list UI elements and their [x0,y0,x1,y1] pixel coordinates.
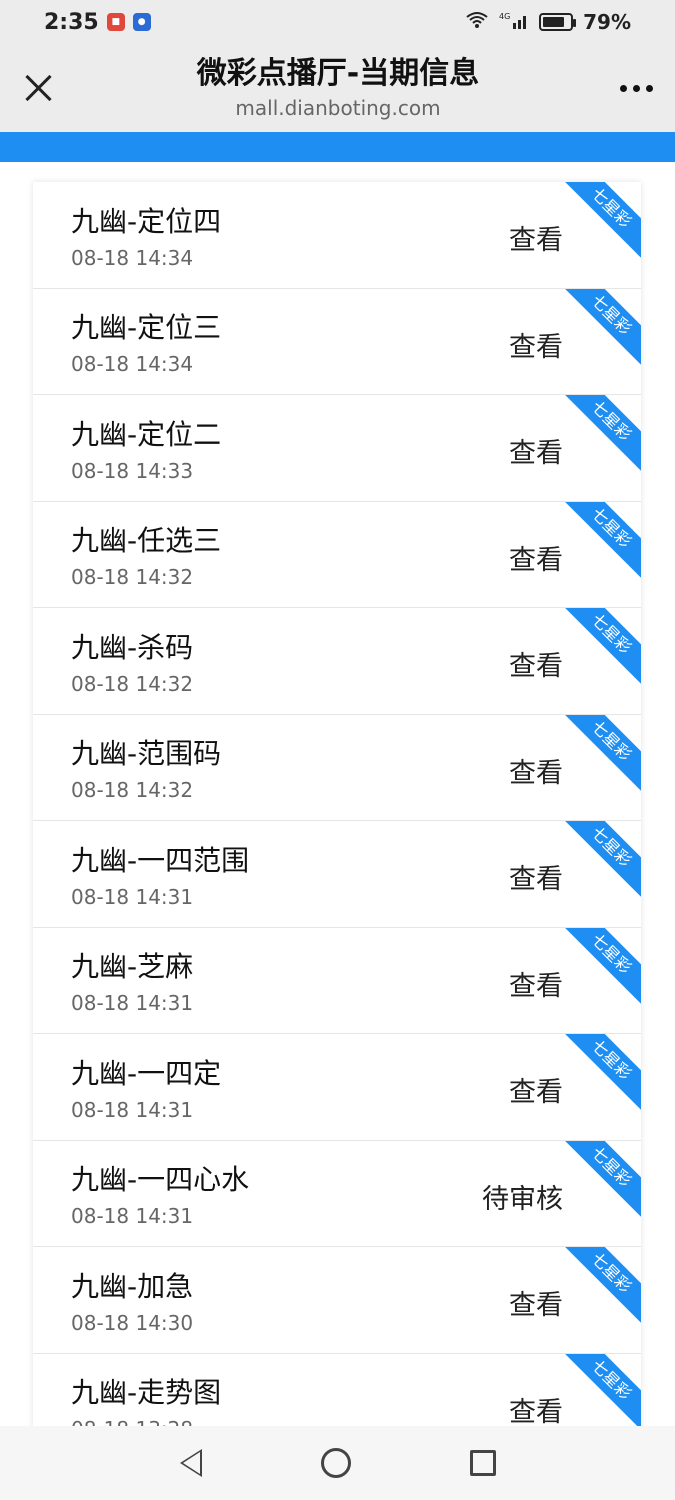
list-item-action[interactable]: 查看 [509,644,563,683]
list-item-title: 九幽-任选三 [71,524,222,558]
list-item-text: 九幽-任选三 08-18 14:32 [33,519,221,589]
list-item-timestamp: 08-18 14:30 [71,1310,194,1335]
battery-percentage: 79% [583,10,631,34]
list-item-action[interactable]: 查看 [509,325,563,364]
list-item-title: 九幽-一四定 [71,1056,222,1090]
list-item[interactable]: 九幽-任选三 08-18 14:32 查看 七星彩 [33,501,641,608]
list-item-action[interactable]: 查看 [509,431,563,470]
list-item-timestamp: 08-18 14:32 [71,778,194,803]
page-url: mall.dianboting.com [235,96,441,120]
list-item-text: 九幽-芝麻 08-18 14:31 [33,945,193,1015]
list-item[interactable]: 九幽-定位三 08-18 14:34 查看 七星彩 [33,288,641,395]
list-item-action[interactable]: 查看 [509,218,563,257]
list-item-timestamp: 08-18 14:33 [71,458,194,483]
category-ribbon: 七星彩 [558,714,641,793]
recent-apps-icon[interactable] [469,1450,496,1476]
list-item-timestamp: 08-18 14:32 [71,671,194,696]
list-item[interactable]: 九幽-一四定 08-18 14:31 查看 七星彩 [33,1034,641,1141]
list-item[interactable]: 九幽-一四心水 08-18 14:31 待审核 七星彩 [33,1140,641,1247]
list-item-timestamp: 08-18 13:28 [71,1417,221,1426]
back-icon[interactable] [179,1449,202,1477]
category-ribbon: 七星彩 [558,821,641,900]
list-item-text: 九幽-范围码 08-18 14:32 [33,732,221,802]
status-left: 2:35 ■ ● [44,10,151,35]
category-ribbon: 七星彩 [558,1353,641,1426]
list-item-title: 九幽-范围码 [71,737,222,771]
system-navigation-bar [0,1426,675,1500]
list-item[interactable]: 九幽-一四范围 08-18 14:31 查看 七星彩 [33,821,641,928]
info-list: 九幽-定位四 08-18 14:34 查看 七星彩 九幽-定位三 08-18 14:34 查… [33,182,641,1426]
list-item-action[interactable]: 查看 [509,538,563,577]
list-item[interactable]: 九幽-杀码 08-18 14:32 查看 七星彩 [33,608,641,715]
category-ribbon: 七星彩 [558,1034,641,1113]
category-ribbon: 七星彩 [558,501,641,580]
page-title: 微彩点播厅-当期信息 [196,56,480,91]
list-item-timestamp: 08-18 14:34 [71,245,194,270]
app-notification-icon: ● [132,13,151,31]
title-center: 微彩点播厅-当期信息 mall.dianboting.com [56,56,620,120]
list-item-text: 九幽-一四范围 08-18 14:31 [33,839,249,909]
svg-text:4G: 4G [499,12,510,21]
list-item-text: 九幽-一四定 08-18 14:31 [33,1052,221,1122]
list-item-timestamp: 08-18 14:31 [71,1097,194,1122]
list-item-text: 九幽-加急 08-18 14:30 [33,1265,193,1335]
list-item-title: 九幽-加急 [71,1269,194,1303]
list-item-title: 九幽-定位三 [71,311,222,345]
list-item-action[interactable]: 查看 [509,1390,563,1427]
category-ribbon: 七星彩 [558,1247,641,1326]
list-item-timestamp: 08-18 14:31 [71,991,194,1016]
more-options-icon[interactable] [620,84,653,92]
list-item-title: 九幽-一四范围 [71,843,250,877]
list-item[interactable]: 九幽-定位四 08-18 14:34 查看 七星彩 [33,182,641,289]
category-ribbon: 七星彩 [558,1140,641,1219]
category-ribbon: 七星彩 [558,288,641,367]
status-right: 4G 79% [465,10,631,34]
list-item-timestamp: 08-18 14:34 [71,352,194,377]
status-bar: 2:35 ■ ● 4G 79% [0,0,675,44]
list-item-action[interactable]: 查看 [509,964,563,1003]
list-item-timestamp: 08-18 14:32 [71,565,194,590]
list-item-title: 九幽-定位四 [71,204,222,238]
list-item[interactable]: 九幽-加急 08-18 14:30 查看 七星彩 [33,1247,641,1354]
list-item[interactable]: 九幽-定位二 08-18 14:33 查看 七星彩 [33,395,641,502]
list-item-title: 九幽-一四心水 [71,1163,250,1197]
content-area[interactable]: 九幽-定位四 08-18 14:34 查看 七星彩 九幽-定位三 08-18 14:34 查… [0,162,675,1426]
app-notification-icon: ■ [106,13,125,31]
category-ribbon: 七星彩 [558,395,641,474]
list-item-text: 九幽-一四心水 08-18 14:31 [33,1158,249,1228]
battery-icon [539,13,577,31]
list-item-text: 九幽-走势图 08-18 13:28 [33,1371,221,1426]
list-item-action[interactable]: 查看 [509,1283,563,1322]
list-item-timestamp: 08-18 14:31 [71,1204,194,1229]
blue-header-strip [0,132,675,162]
list-item[interactable]: 九幽-芝麻 08-18 14:31 查看 七星彩 [33,927,641,1034]
list-item-text: 九幽-定位二 08-18 14:33 [33,413,221,483]
list-item-action[interactable]: 查看 [509,1070,563,1109]
category-ribbon: 七星彩 [558,608,641,687]
list-item-text: 九幽-定位四 08-18 14:34 [33,200,221,270]
category-ribbon: 七星彩 [558,927,641,1006]
list-item-title: 九幽-杀码 [71,630,194,664]
title-bar: 微彩点播厅-当期信息 mall.dianboting.com [0,44,675,132]
home-icon[interactable] [320,1448,351,1478]
status-time: 2:35 [44,9,99,35]
list-item-text: 九幽-定位三 08-18 14:34 [33,306,221,376]
list-item[interactable]: 九幽-走势图 08-18 13:28 查看七星彩 [33,1353,641,1427]
list-item-action[interactable]: 待审核 [482,1177,563,1216]
list-item[interactable]: 九幽-范围码 08-18 14:32 查看 七星彩 [33,714,641,821]
wifi-icon [465,11,489,33]
list-item-title: 九幽-定位二 [71,417,222,451]
signal-icon: 4G [499,11,529,33]
list-item-title: 九幽-芝麻 [71,950,194,984]
category-ribbon: 七星彩 [558,182,641,261]
list-item-action[interactable]: 查看 [509,857,563,896]
list-item-text: 九幽-杀码 08-18 14:32 [33,626,193,696]
list-item-timestamp: 08-18 14:31 [71,884,194,909]
list-item-title: 九幽-走势图 [71,1376,222,1410]
list-item-action[interactable]: 查看 [509,751,563,790]
close-icon[interactable] [22,71,56,105]
